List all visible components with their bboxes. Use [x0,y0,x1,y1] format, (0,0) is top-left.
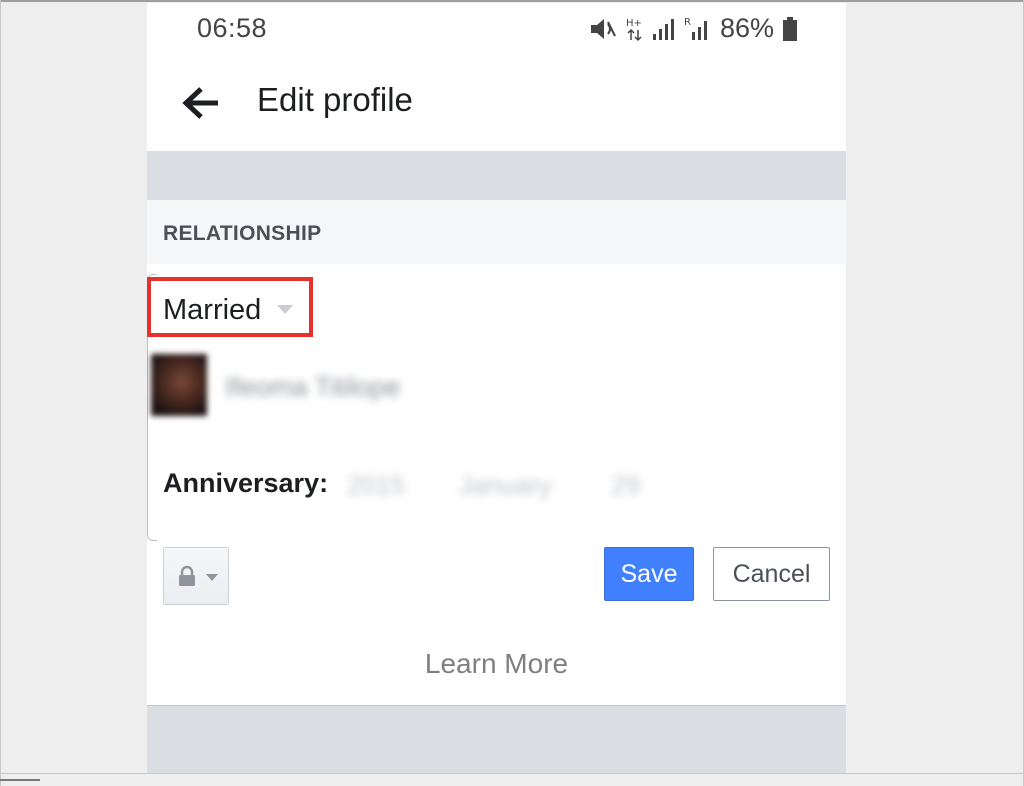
anniversary-day-select[interactable]: 29 [611,470,640,501]
relationship-status-value: Married [163,294,262,326]
battery-percent: 86% [719,13,774,43]
scroll-indicator [0,779,40,781]
app-bar: Edit profile [147,55,846,151]
network-type-label: H+ [626,18,642,29]
partner-row[interactable]: Ifeoma Titilope [147,350,467,420]
page-title: Edit profile [257,81,413,118]
phone-screen: 06:58 H+ R 86% Edit profile RELATIONSHIP… [147,3,846,773]
lock-icon [179,565,195,586]
separator-band [147,151,846,200]
status-icons: H+ R 86% [588,13,798,44]
network-arrows-icon: H+ [626,18,642,41]
battery-icon [783,16,797,41]
learn-more-link[interactable]: Learn More [147,648,846,680]
avatar [151,354,207,416]
relationship-status-dropdown[interactable]: Married [147,277,313,337]
section-title: RELATIONSHIP [163,222,322,245]
window-top-border [0,0,1024,2]
bottom-separator-band [147,705,846,773]
roaming-label: R [684,17,691,28]
status-bar: 06:58 H+ R 86% [147,3,846,55]
cancel-button[interactable]: Cancel [713,547,830,601]
signal-icon [652,18,674,40]
relationship-card: Married Ifeoma Titilope Anniversary: 201… [147,264,846,705]
save-button[interactable]: Save [604,547,694,601]
status-time: 06:58 [197,13,268,43]
arrow-left-icon[interactable] [181,85,221,121]
partner-name: Ifeoma Titilope [225,372,401,402]
mute-icon [590,18,616,39]
anniversary-label: Anniversary: [163,468,329,498]
anniversary-month-select[interactable]: January [459,470,552,501]
window-left-border [0,0,1,786]
chevron-down-icon [277,305,293,314]
section-header: RELATIONSHIP [147,200,846,264]
anniversary-year-select[interactable]: 2015 [347,470,405,501]
window-bottom-border [0,773,1024,774]
signal-roaming-icon: R [684,17,707,40]
chevron-down-icon [206,574,218,581]
privacy-selector-button[interactable] [163,547,229,605]
